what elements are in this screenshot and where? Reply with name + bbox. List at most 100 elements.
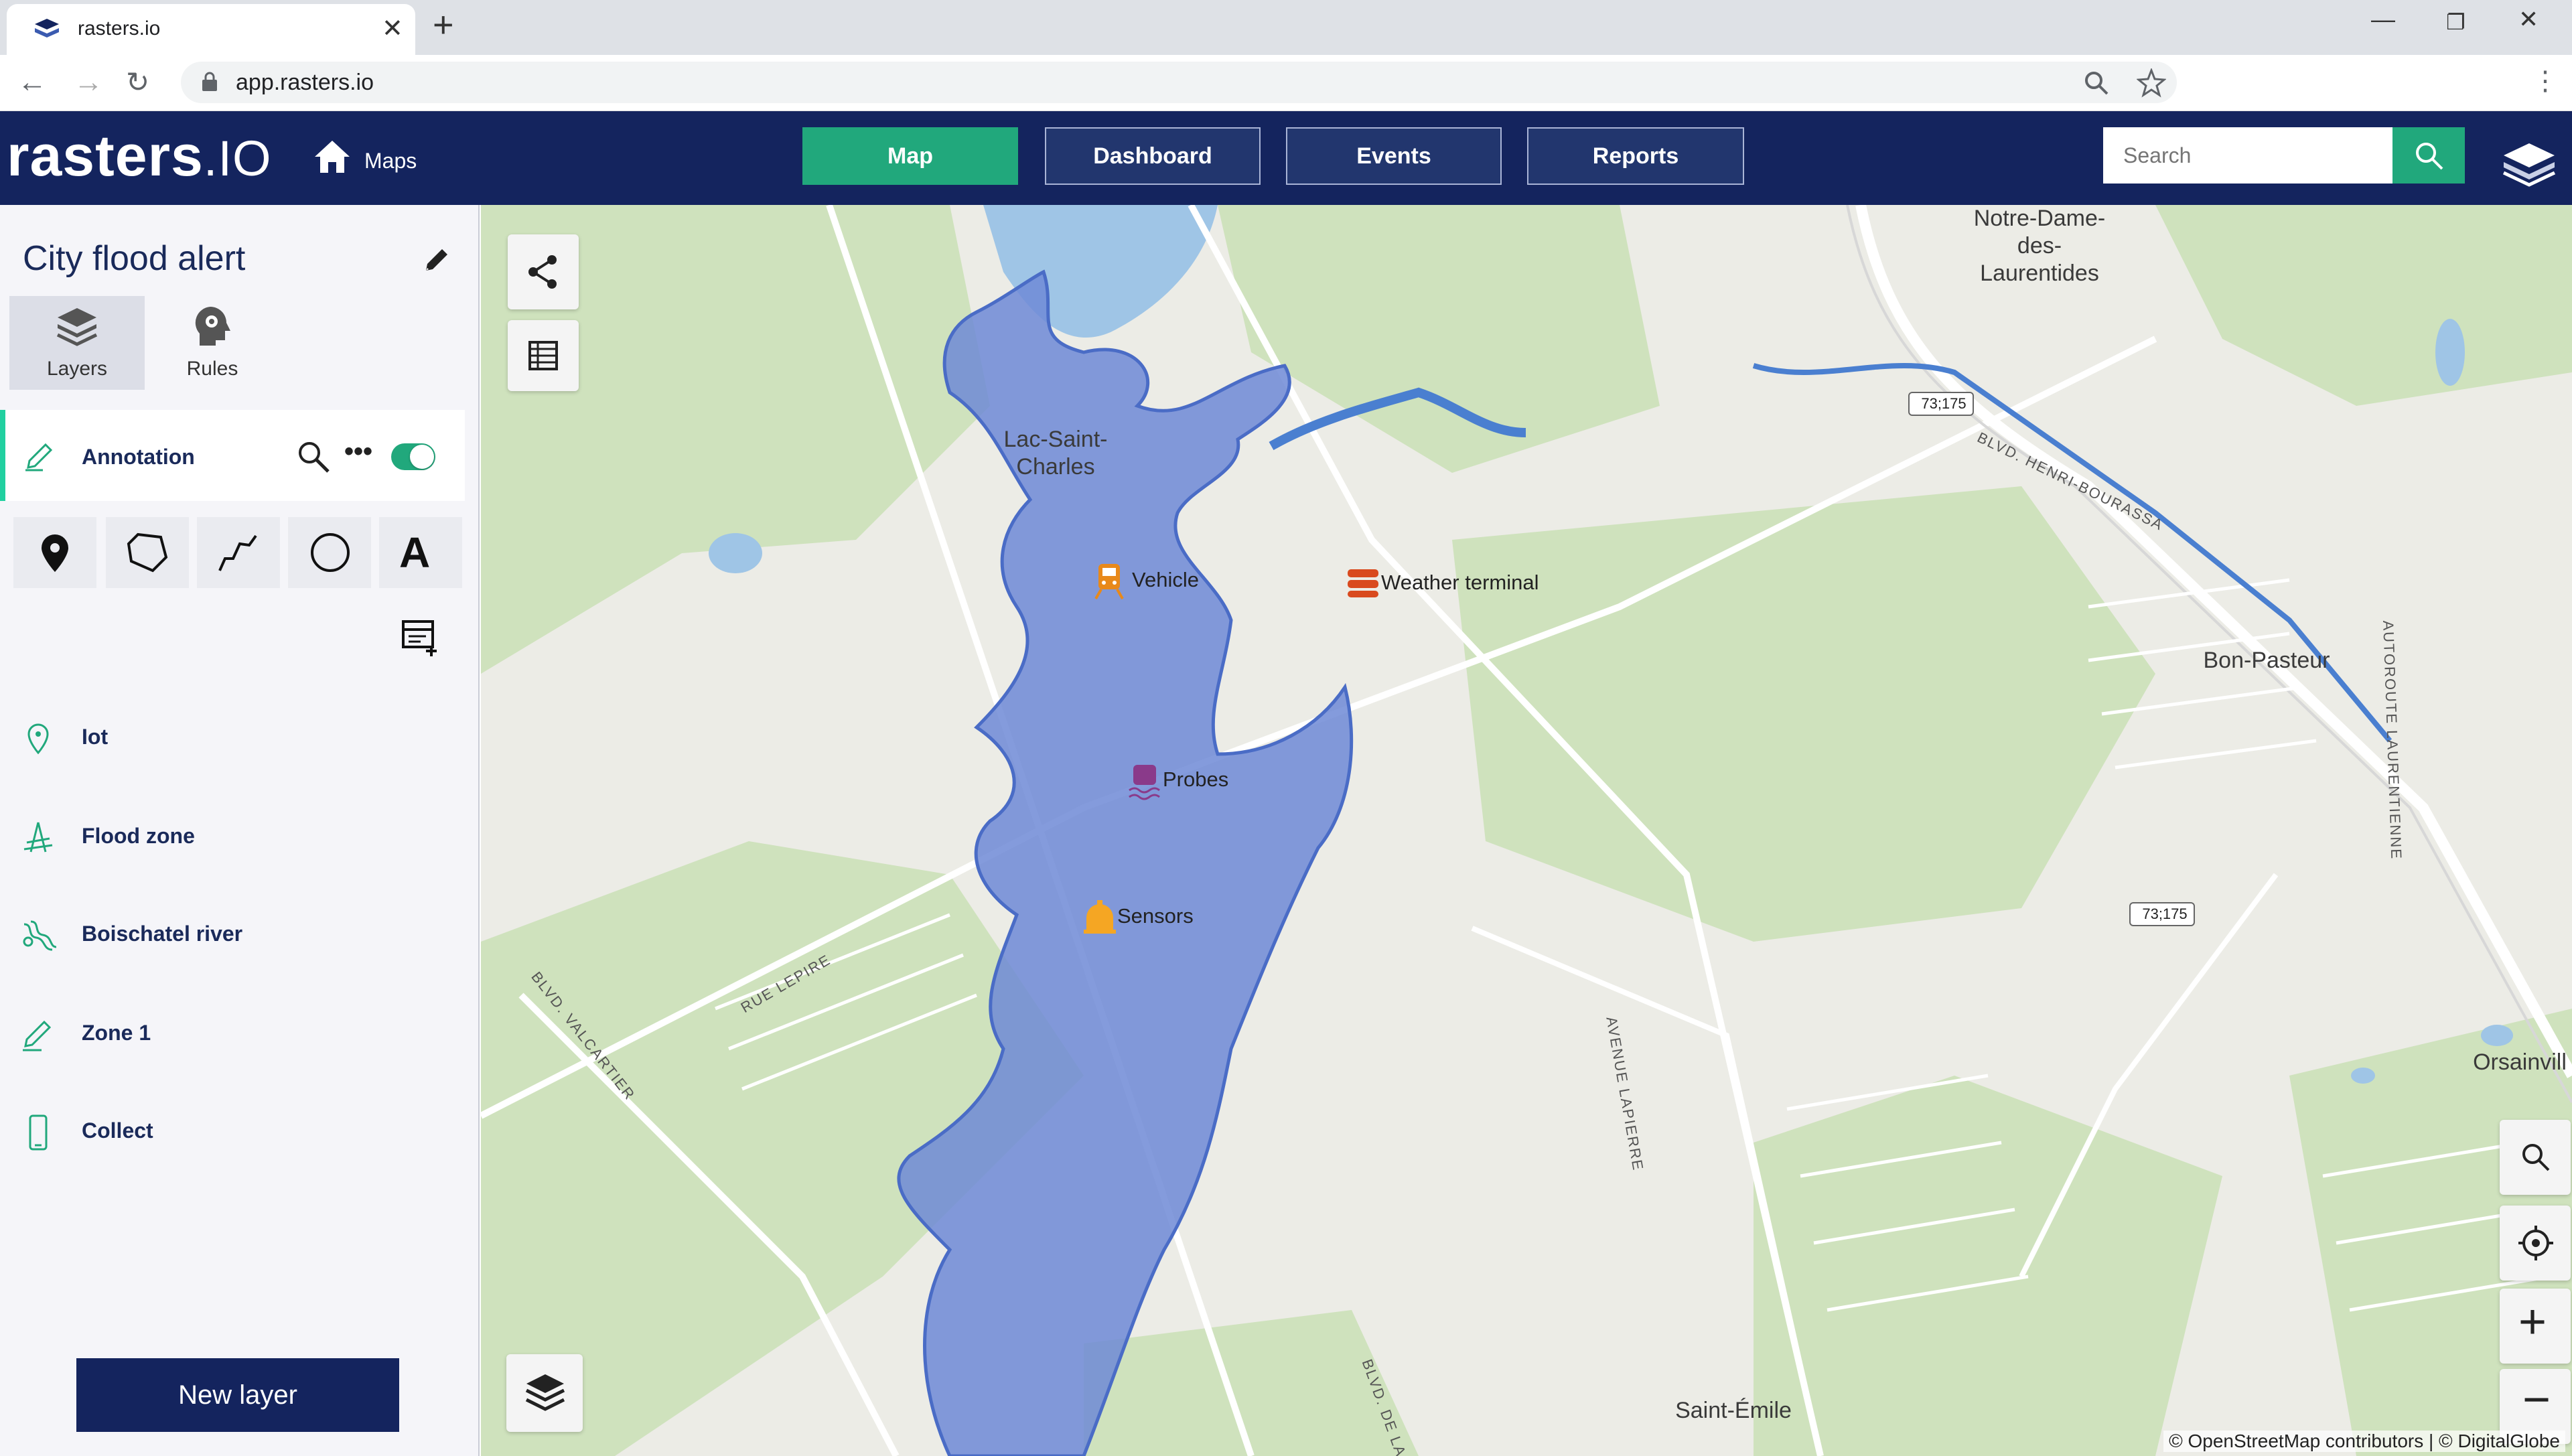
browser-tab[interactable]: rasters.io ✕ (7, 4, 415, 55)
zoom-to-layer-icon[interactable] (296, 439, 331, 474)
tab-rules[interactable]: Rules (145, 296, 280, 390)
river-icon (23, 920, 56, 951)
layers-stack-icon[interactable] (2501, 141, 2557, 188)
layer-label: Iot (82, 725, 109, 749)
tab-title: rasters.io (78, 17, 161, 40)
restore-icon[interactable]: ❐ (2446, 9, 2466, 35)
more-options-icon[interactable]: ••• (344, 437, 372, 467)
circle-icon (311, 533, 350, 572)
polyline-icon (218, 534, 257, 571)
pen-icon (25, 443, 53, 471)
poi-label: Weather terminal (1381, 571, 1539, 594)
map-search-button[interactable] (2500, 1120, 2571, 1195)
layer-row-annotation[interactable]: Annotation ••• (0, 410, 465, 501)
highway-shield: 73;175 (1921, 395, 1967, 412)
layer-label: Collect (82, 1118, 153, 1143)
layers-icon (56, 308, 98, 346)
highway-shield: 73;175 (2142, 905, 2188, 922)
layer-label: Annotation (82, 445, 195, 469)
zoom-in-button[interactable]: + (2500, 1289, 2571, 1364)
layer-visibility-toggle[interactable] (391, 443, 435, 470)
pen-icon (23, 1020, 52, 1051)
back-icon[interactable]: ← (17, 66, 47, 99)
poi-label: Vehicle (1132, 568, 1199, 591)
attribute-table-add-icon[interactable] (401, 619, 439, 658)
locate-me-button[interactable] (2500, 1206, 2571, 1281)
share-button[interactable] (508, 234, 579, 309)
layer-row-collect[interactable]: Collect (0, 1094, 469, 1168)
draw-text-button[interactable]: A (379, 517, 462, 588)
rules-gear-head-icon (195, 307, 230, 346)
bookmark-star-icon[interactable] (2137, 68, 2166, 98)
zoom-icon[interactable] (2083, 70, 2110, 96)
search-icon (2522, 1144, 2550, 1171)
phone-icon (29, 1114, 48, 1151)
nav-map-button[interactable]: Map (802, 127, 1018, 185)
basemap-layers-button[interactable] (506, 1354, 583, 1432)
map-pin-icon (27, 723, 49, 755)
weather-station-icon (1348, 569, 1378, 597)
nav-reports-button[interactable]: Reports (1527, 127, 1744, 185)
table-view-button[interactable] (508, 320, 579, 391)
new-tab-icon[interactable]: + (433, 4, 454, 46)
plus-icon: + (2518, 1295, 2547, 1349)
crosshair-icon (2518, 1226, 2553, 1260)
tab-layers-label: Layers (46, 358, 108, 380)
app-header: rasters.IO Maps Map Dashboard Events Rep… (0, 111, 2572, 205)
tab-layers[interactable]: Layers (9, 296, 145, 390)
new-layer-button[interactable]: New layer (76, 1358, 399, 1432)
layer-row-iot[interactable]: Iot (0, 701, 469, 774)
place-label: Saint-Émile (1675, 1398, 1792, 1423)
map-attribution: © OpenStreetMap contributors | © Digital… (2163, 1431, 2565, 1452)
url-field[interactable]: app.rasters.io (181, 62, 2177, 103)
place-label: Lac-Saint-Charles (1003, 427, 1108, 480)
draw-marker-button[interactable] (13, 517, 96, 588)
polygon-icon (127, 532, 168, 573)
favicon-icon (35, 19, 59, 38)
nav-dashboard-button[interactable]: Dashboard (1045, 127, 1261, 185)
search-button[interactable] (2392, 127, 2465, 184)
minimize-icon[interactable]: — (2371, 5, 2395, 33)
layer-row-flood-zone[interactable]: Flood zone (0, 800, 469, 873)
place-label: Orsainvill (2473, 1049, 2567, 1075)
home-icon (315, 141, 350, 173)
flood-icon (23, 822, 53, 853)
share-icon (528, 255, 557, 289)
sensor-icon (1084, 900, 1116, 934)
draw-polyline-button[interactable] (197, 517, 280, 588)
search-box[interactable] (2103, 127, 2392, 184)
layer-label: Zone 1 (82, 1021, 151, 1045)
close-tab-icon[interactable]: ✕ (382, 13, 403, 44)
edit-pencil-icon[interactable] (422, 245, 451, 275)
draw-polygon-button[interactable] (106, 517, 189, 588)
maps-label: Maps (364, 149, 417, 173)
rasters-logo[interactable]: rasters.IO (7, 123, 272, 190)
layer-label: Flood zone (82, 824, 195, 848)
browser-address-bar: ← → ↻ app.rasters.io ⋮ (0, 55, 2572, 111)
browser-menu-icon[interactable]: ⋮ (2532, 66, 2559, 96)
poi-label: Probes (1163, 768, 1229, 791)
lock-icon (202, 72, 217, 91)
layer-row-zone-1[interactable]: Zone 1 (0, 997, 469, 1070)
window-close-icon[interactable]: ✕ (2518, 5, 2539, 33)
draw-circle-button[interactable] (288, 517, 371, 588)
forward-icon[interactable]: → (74, 66, 103, 99)
map-canvas[interactable]: BLVD. HENRI-BOURASSA AUTOROUTE LAURENTIE… (481, 205, 2572, 1456)
search-icon (2416, 143, 2443, 170)
url-text: app.rasters.io (236, 70, 374, 95)
nav-events-button[interactable]: Events (1286, 127, 1502, 185)
place-label: Notre-Dame-des-Laurentides (1973, 206, 2106, 286)
place-label: Bon-Pasteur (2203, 648, 2330, 673)
layer-label: Boischatel river (82, 922, 243, 946)
poi-label: Sensors (1117, 904, 1194, 928)
layers-icon (525, 1374, 565, 1411)
sidebar: City flood alert Layers Rules Annotation… (0, 205, 480, 1456)
minus-icon: − (2522, 1373, 2551, 1427)
map-title: City flood alert (23, 239, 246, 278)
marker-icon (42, 534, 68, 572)
browser-tab-bar: rasters.io ✕ + — ❐ ✕ (0, 0, 2572, 55)
layer-row-boischatel-river[interactable]: Boischatel river (0, 897, 469, 971)
reload-icon[interactable]: ↻ (126, 66, 149, 98)
search-input[interactable] (2103, 127, 2392, 184)
text-icon: A (399, 528, 431, 577)
